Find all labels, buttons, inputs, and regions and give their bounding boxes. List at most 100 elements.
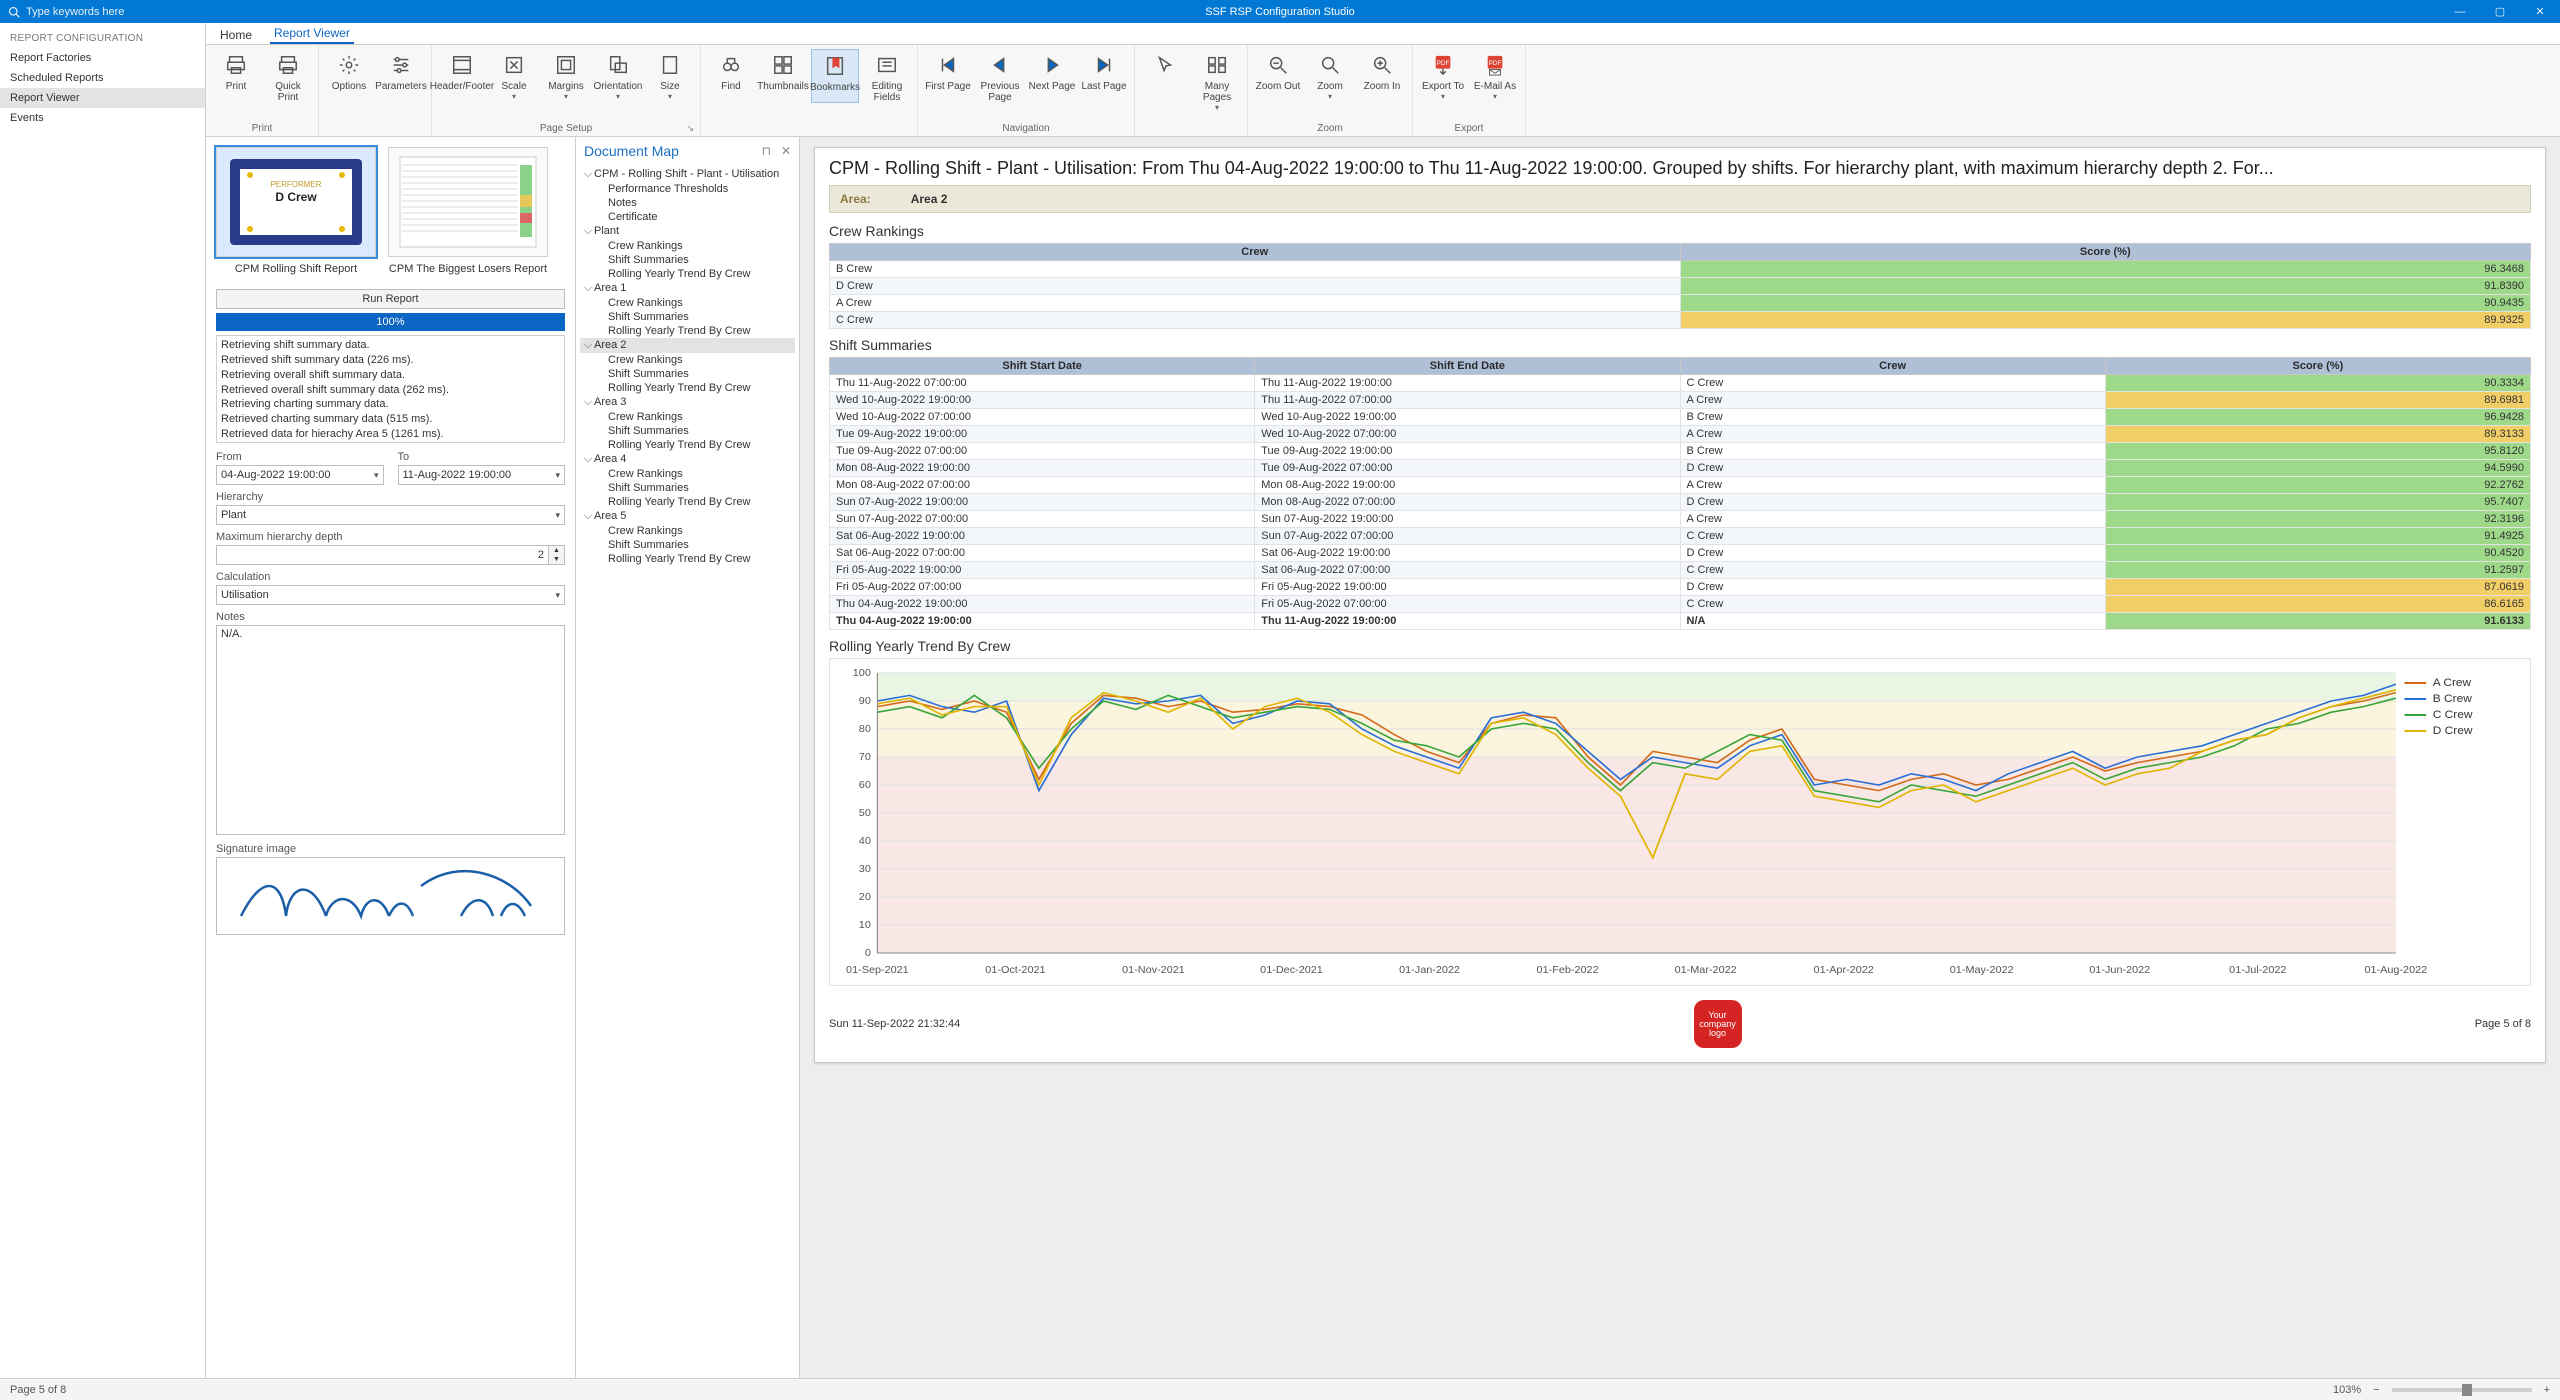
docmap-node[interactable]: ⌵Plant bbox=[580, 224, 795, 239]
leftnav-item-events[interactable]: Events bbox=[0, 108, 205, 128]
docmap-node[interactable]: Shift Summaries bbox=[580, 253, 795, 267]
ribbon-e-mail-as-button[interactable]: PDFE-Mail As▾ bbox=[1471, 49, 1519, 101]
ribbon-many-pages-button[interactable]: Many Pages▾ bbox=[1193, 49, 1241, 112]
docmap-node[interactable]: Crew Rankings bbox=[580, 524, 795, 538]
maximize-button[interactable]: ▢ bbox=[2480, 0, 2520, 23]
tree-toggle-icon[interactable]: ⌵ bbox=[584, 396, 594, 409]
ribbon-mouse-button[interactable] bbox=[1141, 49, 1189, 112]
docmap-node[interactable]: Notes bbox=[580, 196, 795, 210]
docmap-node[interactable]: Rolling Yearly Trend By Crew bbox=[580, 438, 795, 452]
ribbon-group-label: Navigation bbox=[924, 123, 1128, 134]
report-thumb[interactable]: CPM The Biggest Losers Report bbox=[388, 147, 548, 275]
ribbon-quick-print-button[interactable]: Quick Print bbox=[264, 49, 312, 103]
docmap-node[interactable]: Shift Summaries bbox=[580, 538, 795, 552]
ribbon-thumbnails-button[interactable]: Thumbnails bbox=[759, 49, 807, 103]
docmap-node[interactable]: Crew Rankings bbox=[580, 353, 795, 367]
hierarchy-select[interactable]: Plant▾ bbox=[216, 505, 565, 525]
report-viewer-surface[interactable]: CPM - Rolling Shift - Plant - Utilisatio… bbox=[800, 137, 2560, 1378]
ribbon-previous-page-button[interactable]: Previous Page bbox=[976, 49, 1024, 103]
docmap-label: Rolling Yearly Trend By Crew bbox=[608, 553, 750, 565]
docmap-node[interactable]: Rolling Yearly Trend By Crew bbox=[580, 381, 795, 395]
calc-select[interactable]: Utilisation▾ bbox=[216, 585, 565, 605]
docmap-node[interactable]: ⌵Area 4 bbox=[580, 452, 795, 467]
ribbon-margins-button[interactable]: Margins▾ bbox=[542, 49, 590, 101]
leftnav-item-report-viewer[interactable]: Report Viewer bbox=[0, 88, 205, 108]
chevron-up-icon[interactable]: ▲ bbox=[549, 546, 564, 555]
tree-toggle-icon[interactable]: ⌵ bbox=[584, 453, 594, 466]
ribbon-zoom-out-button[interactable]: Zoom Out bbox=[1254, 49, 1302, 101]
ribbon-orientation-button[interactable]: Orientation▾ bbox=[594, 49, 642, 101]
ribbon-options-button[interactable]: Options bbox=[325, 49, 373, 92]
ribbon-print-button[interactable]: Print bbox=[212, 49, 260, 103]
notes-input[interactable]: N/A. bbox=[216, 625, 565, 835]
close-button[interactable]: ✕ bbox=[2520, 0, 2560, 23]
docmap-node[interactable]: Performance Thresholds bbox=[580, 182, 795, 196]
run-report-button[interactable]: Run Report bbox=[216, 289, 565, 309]
docmap-node[interactable]: ⌵Area 5 bbox=[580, 509, 795, 524]
docmap-node[interactable]: Shift Summaries bbox=[580, 310, 795, 324]
ribbon-export-to-button[interactable]: PDFExport To▾ bbox=[1419, 49, 1467, 101]
docmap-node[interactable]: ⌵CPM - Rolling Shift - Plant - Utilisati… bbox=[580, 167, 795, 182]
log-line: Retrieved shift summary data (226 ms). bbox=[221, 353, 560, 368]
zin-icon bbox=[1368, 51, 1396, 79]
docmap-node[interactable]: Crew Rankings bbox=[580, 410, 795, 424]
docmap-node[interactable]: Crew Rankings bbox=[580, 467, 795, 481]
docmap-node[interactable]: ⌵Area 3 bbox=[580, 395, 795, 410]
docmap-node[interactable]: ⌵Area 1 bbox=[580, 281, 795, 296]
global-search[interactable]: Type keywords here bbox=[8, 6, 124, 18]
chevron-down-icon[interactable]: ▼ bbox=[549, 555, 564, 564]
ribbon-next-page-button[interactable]: Next Page bbox=[1028, 49, 1076, 103]
docmap-node[interactable]: ⌵Area 2 bbox=[580, 338, 795, 353]
svg-text:A Crew: A Crew bbox=[2433, 677, 2472, 689]
tab-home[interactable]: Home bbox=[216, 26, 256, 44]
ribbon-editing-fields-button[interactable]: Editing Fields bbox=[863, 49, 911, 103]
to-input[interactable]: 11-Aug-2022 19:00:00▾ bbox=[398, 465, 566, 485]
docmap-node[interactable]: Rolling Yearly Trend By Crew bbox=[580, 324, 795, 338]
ribbon-last-page-button[interactable]: Last Page bbox=[1080, 49, 1128, 103]
docmap-node[interactable]: Rolling Yearly Trend By Crew bbox=[580, 552, 795, 566]
ribbon-zoom-button[interactable]: Zoom▾ bbox=[1306, 49, 1354, 101]
ribbon-scale-button[interactable]: Scale▾ bbox=[490, 49, 538, 101]
tree-toggle-icon[interactable]: ⌵ bbox=[584, 510, 594, 523]
ribbon-parameters-button[interactable]: Parameters bbox=[377, 49, 425, 92]
svg-text:10: 10 bbox=[859, 920, 871, 931]
maxdepth-stepper[interactable]: ▲▼ bbox=[549, 545, 565, 565]
docmap-node[interactable]: Crew Rankings bbox=[580, 239, 795, 253]
logo-line: logo bbox=[1709, 1029, 1726, 1038]
leftnav-item-report-factories[interactable]: Report Factories bbox=[0, 48, 205, 68]
tree-toggle-icon[interactable]: ⌵ bbox=[584, 225, 594, 238]
ribbon-size-button[interactable]: Size▾ bbox=[646, 49, 694, 101]
docmap-node[interactable]: Shift Summaries bbox=[580, 481, 795, 495]
tree-toggle-icon[interactable]: ⌵ bbox=[584, 168, 594, 181]
cell-crew: B Crew bbox=[1680, 443, 2105, 460]
minimize-button[interactable]: — bbox=[2440, 0, 2480, 23]
leftnav-item-scheduled-reports[interactable]: Scheduled Reports bbox=[0, 68, 205, 88]
pin-icon[interactable]: ⊓ bbox=[762, 144, 771, 158]
cell-score: 89.6981 bbox=[2105, 392, 2530, 409]
cell-score: 91.4925 bbox=[2105, 528, 2530, 545]
close-icon[interactable]: ✕ bbox=[781, 144, 791, 158]
zoom-out-icon[interactable]: − bbox=[2373, 1384, 2379, 1396]
report-thumb[interactable]: PERFORMERD CrewCPM Rolling Shift Report bbox=[216, 147, 376, 275]
from-input[interactable]: 04-Aug-2022 19:00:00▾ bbox=[216, 465, 384, 485]
zoom-in-icon[interactable]: + bbox=[2544, 1384, 2550, 1396]
tab-report-viewer[interactable]: Report Viewer bbox=[270, 24, 354, 44]
docmap-node[interactable]: Rolling Yearly Trend By Crew bbox=[580, 495, 795, 509]
docmap-node[interactable]: Rolling Yearly Trend By Crew bbox=[580, 267, 795, 281]
zoom-slider[interactable] bbox=[2392, 1388, 2532, 1392]
ribbon-zoom-in-button[interactable]: Zoom In bbox=[1358, 49, 1406, 101]
ribbon-find-button[interactable]: Find bbox=[707, 49, 755, 103]
chevron-down-icon: ▾ bbox=[1441, 92, 1445, 101]
ribbon-bookmarks-button[interactable]: Bookmarks bbox=[811, 49, 859, 103]
ribbon-first-page-button[interactable]: First Page bbox=[924, 49, 972, 103]
dialog-launcher-icon[interactable]: ↘ bbox=[686, 123, 694, 134]
docmap-node[interactable]: Shift Summaries bbox=[580, 367, 795, 381]
tree-toggle-icon[interactable]: ⌵ bbox=[584, 282, 594, 295]
docmap-node[interactable]: Shift Summaries bbox=[580, 424, 795, 438]
docmap-node[interactable]: Crew Rankings bbox=[580, 296, 795, 310]
tree-toggle-icon[interactable]: ⌵ bbox=[584, 339, 594, 352]
docmap-node[interactable]: Certificate bbox=[580, 210, 795, 224]
maxdepth-input[interactable]: 2 bbox=[216, 545, 549, 565]
ribbon-header/footer-button[interactable]: Header/Footer bbox=[438, 49, 486, 101]
log-output[interactable]: Retrieving shift summary data.Retrieved … bbox=[216, 335, 565, 443]
